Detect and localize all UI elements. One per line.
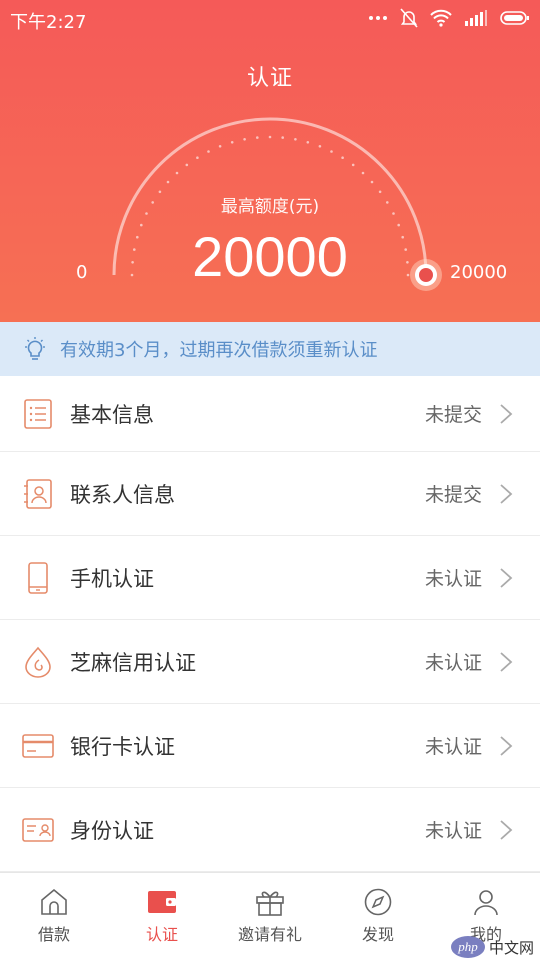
gauge-dot (281, 136, 285, 139)
list-item-status: 未提交 (424, 484, 482, 506)
list-item-status: 未认证 (424, 652, 482, 674)
gauge-dot (230, 141, 234, 144)
list-item-bank-card[interactable]: 银行卡认证 未认证 (0, 704, 540, 788)
list-item-contacts[interactable]: 联系人信息 未提交 (0, 452, 540, 536)
gauge-dot (361, 171, 365, 175)
gauge-dot (207, 150, 210, 153)
gauge-dot (196, 156, 199, 159)
header: 下午2:27 认证 最高额度(元) 20000 0 20000 (0, 0, 540, 322)
user-icon (474, 890, 498, 916)
gauge-dot (268, 135, 272, 139)
list-item-label: 银行卡认证 (70, 734, 175, 759)
gauge-dot (318, 145, 322, 148)
tab-label: 认证 (145, 925, 178, 944)
chevron-right-icon (500, 567, 513, 588)
tab-label: 借款 (37, 925, 70, 944)
lightbulb-icon (25, 337, 45, 360)
chevron-right-icon (500, 819, 513, 840)
gauge-dot (341, 156, 344, 159)
compass-icon (364, 888, 392, 916)
limit-label: 最高额度(元) (220, 197, 320, 217)
watermark: php 中文网 (450, 936, 534, 958)
gauge-min-label: 0 (76, 262, 88, 283)
tab-label: 邀请有礼 (237, 925, 302, 944)
tab-borrow[interactable]: 借款 (0, 873, 108, 960)
gauge-dot (351, 163, 355, 167)
bottom-tab-bar: 借款 认证 邀请有礼 发现 我的 php 中文网 (0, 872, 540, 960)
list-item-phone[interactable]: 手机认证 未认证 (0, 536, 540, 620)
tab-label: 发现 (361, 925, 394, 944)
gauge-dot (218, 145, 222, 148)
chevron-right-icon (500, 735, 513, 756)
gauge-dot (185, 163, 189, 167)
home-icon (41, 888, 67, 915)
list-item-status: 未认证 (424, 568, 482, 590)
tab-verify[interactable]: 认证 (108, 873, 216, 960)
list-item-sesame-credit[interactable]: 芝麻信用认证 未认证 (0, 620, 540, 704)
id-card-icon (22, 814, 54, 846)
verification-list: 基本信息 未提交 联系人信息 未提交 手机认证 未认证 芝麻信用认证 未认证 银… (0, 376, 540, 872)
list-item-label: 手机认证 (70, 566, 154, 591)
list-item-status: 未提交 (424, 404, 482, 426)
list-item-label: 联系人信息 (70, 482, 175, 507)
gift-icon (256, 891, 284, 916)
list-item-status: 未认证 (424, 736, 482, 758)
gauge-max-label: 20000 (450, 262, 508, 283)
gauge-dot (255, 136, 259, 139)
gauge-dot (166, 180, 170, 184)
list-document-icon (22, 398, 54, 430)
list-item-label: 基本信息 (70, 402, 154, 427)
chevron-right-icon (500, 483, 513, 504)
notice-text: 有效期3个月，过期再次借款须重新认证 (60, 340, 378, 361)
list-item-label: 芝麻信用认证 (70, 650, 196, 675)
list-item-label: 身份认证 (70, 818, 154, 843)
list-item-basic-info[interactable]: 基本信息 未提交 (0, 376, 540, 452)
gauge-dot (330, 150, 333, 153)
wallet-icon (148, 891, 176, 913)
list-item-status: 未认证 (424, 820, 482, 842)
chevron-right-icon (500, 403, 513, 424)
watermark-text: 中文网 (488, 938, 534, 957)
tab-invite[interactable]: 邀请有礼 (216, 873, 324, 960)
watermark-badge: php (450, 936, 485, 958)
contact-card-icon (22, 478, 54, 510)
gauge-dot (294, 138, 297, 141)
tab-discover[interactable]: 发现 (324, 873, 432, 960)
bank-card-icon (22, 730, 54, 762)
sesame-credit-icon (22, 646, 54, 678)
gauge-dot (175, 171, 179, 175)
mobile-phone-icon (22, 561, 54, 594)
gauge-dot (370, 180, 374, 184)
list-item-identity[interactable]: 身份认证 未认证 (0, 788, 540, 872)
validity-notice: 有效期3个月，过期再次借款须重新认证 (0, 322, 540, 376)
gauge-dot (243, 138, 246, 141)
gauge-dot (306, 141, 310, 144)
chevron-right-icon (500, 651, 513, 672)
